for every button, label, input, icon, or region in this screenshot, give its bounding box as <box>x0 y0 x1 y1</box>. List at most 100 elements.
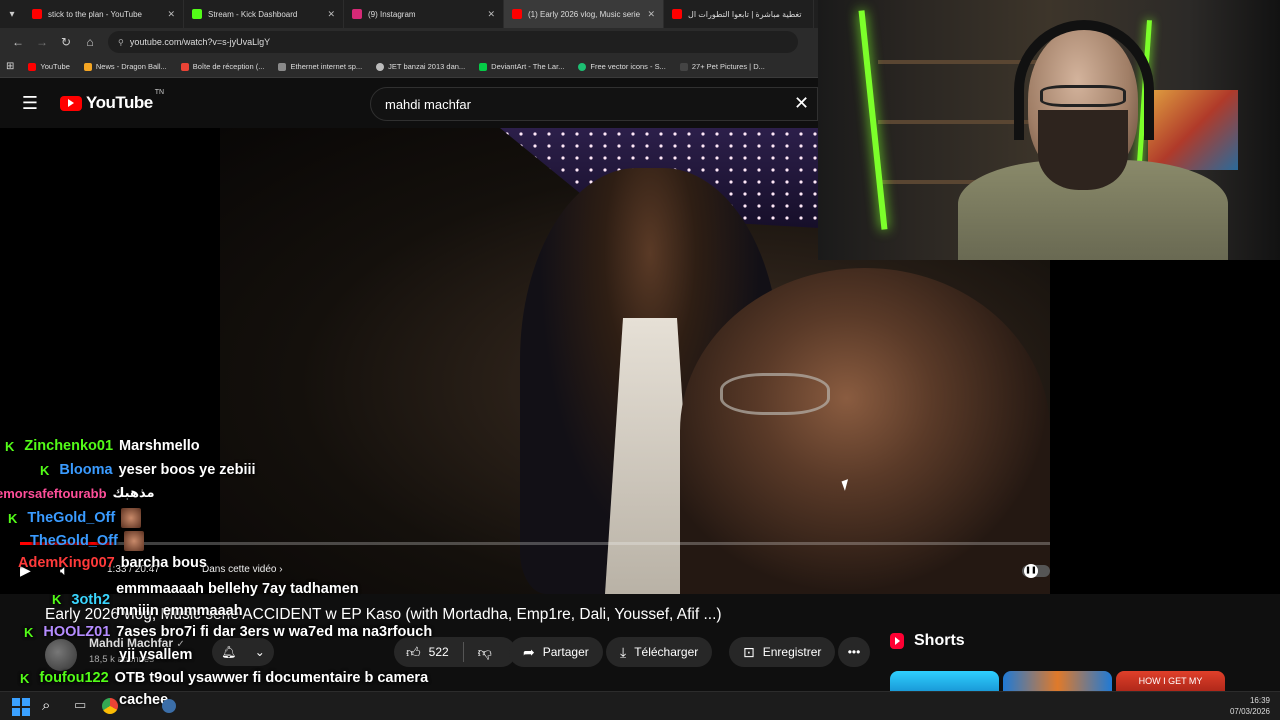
bookmark-label: DeviantArt - The Lar... <box>491 62 565 71</box>
share-label: Partager <box>542 645 589 659</box>
menu-icon[interactable]: ☰ <box>0 93 60 114</box>
dislike-thumb-icon[interactable]: 👎︎ <box>478 644 492 661</box>
shorts-logo-icon <box>890 633 904 649</box>
chat-message: yji ysallem <box>119 647 192 663</box>
tab-search-icon[interactable]: ▾ <box>0 3 24 25</box>
chat-text: emmmaaaah bellehy 7ay tadhamen mniiin em… <box>116 581 359 619</box>
close-icon[interactable]: ✕ <box>487 9 495 20</box>
bookmark-label: Boîte de réception (... <box>192 62 265 71</box>
chat-message: K HOOLZ01 7ases bro7i fi dar 3ers w wa7ed … <box>24 624 432 640</box>
bookmark-item[interactable]: 27+ Pet Pictures | D... <box>679 62 765 71</box>
apps-grid-icon[interactable]: ⊞ <box>6 61 14 72</box>
like-dislike-group: 👍︎ 522 👎︎ <box>394 637 516 667</box>
chat-message: K TheGold_Off <box>8 508 142 528</box>
bookmark-label: Free vector icons - S... <box>590 62 666 71</box>
url-field[interactable]: ⚲ youtube.com/watch?v=s-jyUvaLlgY <box>108 31 798 53</box>
youtube-logo[interactable]: YouTube TN <box>60 89 164 113</box>
bookmark-label: Ethernet internet sp... <box>290 62 363 71</box>
tab-title: تغطية مباشرة | تابعوا التطورات ال <box>688 9 802 19</box>
wall-poster <box>1148 90 1238 170</box>
bookmarks-bar: ⊞ YouTube News - Dragon Ball... Boîte de… <box>0 56 818 78</box>
site-info-icon[interactable]: ⚲ <box>118 38 124 47</box>
kick-badge-icon: K <box>52 592 62 607</box>
bookmark-label: JET banzai 2013 dan... <box>388 62 466 71</box>
clear-search-icon[interactable]: ✕ <box>794 93 809 114</box>
tab-4[interactable]: تغطية مباشرة | تابعوا التطورات ال <box>664 0 814 28</box>
download-label: Télécharger <box>634 645 699 659</box>
share-button[interactable]: ➦ Partager <box>509 637 603 667</box>
webcam-overlay <box>818 0 1280 260</box>
bookmark-favicon-icon <box>278 62 287 71</box>
pause-icon: ❚❚ <box>1024 564 1038 578</box>
tab-title: Stream - Kick Dashboard <box>208 9 298 19</box>
save-button[interactable]: ⊡ Enregistrer <box>729 637 836 667</box>
task-view-icon[interactable]: ▭ <box>74 697 92 715</box>
search-icon[interactable]: ⌕ <box>42 697 60 715</box>
bookmark-item[interactable]: JET banzai 2013 dan... <box>376 62 465 71</box>
forward-arrow-icon[interactable]: → <box>30 35 54 49</box>
autoplay-toggle[interactable]: ❚❚ <box>1022 564 1050 578</box>
chat-text: Marshmello <box>119 438 200 454</box>
bookmark-item[interactable]: News - Dragon Ball... <box>83 62 167 71</box>
more-actions-button[interactable]: ••• <box>838 637 870 667</box>
bookmark-label: YouTube <box>40 62 70 71</box>
close-icon[interactable]: ✕ <box>327 9 335 20</box>
back-arrow-icon[interactable]: ← <box>6 35 30 49</box>
channel-avatar[interactable] <box>45 639 77 671</box>
like-thumb-icon[interactable]: 👍︎ <box>406 644 421 661</box>
home-icon[interactable]: ⌂ <box>78 35 102 49</box>
progress-bar[interactable] <box>20 542 1050 545</box>
bookmark-item[interactable]: DeviantArt - The Lar... <box>479 62 564 71</box>
windows-taskbar: ⌕ ▭ cachee 16:39 07/03/2026 <box>0 691 1280 720</box>
bookmark-item[interactable]: YouTube <box>28 62 70 71</box>
bookmark-favicon-icon <box>479 62 488 71</box>
browser-tab-bar: ▾ stick to the plan - YouTube ✕ Stream - … <box>0 0 818 28</box>
save-label: Enregistrer <box>762 645 822 659</box>
bookmark-label: News - Dragon Ball... <box>95 62 167 71</box>
notification-bell-button[interactable]: 🔔︎ ⌄ <box>212 638 274 666</box>
chrome-icon[interactable] <box>102 698 118 714</box>
tab-2[interactable]: (9) Instagram ✕ <box>344 0 504 28</box>
clock-date: 07/03/2026 <box>1229 707 1270 716</box>
chapter-label: Dans cette vidéo <box>202 564 277 575</box>
tab-title: (1) Early 2026 vlog, Music serie <box>528 9 641 19</box>
shorts-title: Shorts <box>914 632 965 649</box>
short-thumbnail[interactable] <box>1003 671 1112 691</box>
url-text: youtube.com/watch?v=s-jyUvaLlgY <box>129 37 271 47</box>
download-icon: ⤓ <box>620 643 627 660</box>
chat-message: cachee <box>119 692 168 708</box>
short-thumbnail[interactable] <box>890 671 999 691</box>
chat-text: cachee <box>119 692 169 708</box>
chat-message: AdemKing007 barcha bous <box>18 555 207 571</box>
kick-badge-icon: K <box>24 624 34 640</box>
download-button[interactable]: ⤓ Télécharger <box>606 637 713 667</box>
app-icon[interactable] <box>162 699 176 713</box>
kick-badge-icon: K <box>8 510 18 526</box>
chat-username: HOOLZ01 <box>43 624 111 640</box>
tab-3-active[interactable]: (1) Early 2026 vlog, Music serie ✕ <box>504 0 664 28</box>
windows-start-icon[interactable] <box>12 698 30 716</box>
chat-message: K Zinchenko01 Marshmello <box>5 438 200 454</box>
system-clock[interactable]: 16:39 07/03/2026 <box>1230 695 1270 717</box>
chat-message: emorsafeftourabb مذهبك <box>0 485 155 501</box>
bookmark-item[interactable]: Ethernet internet sp... <box>278 62 362 71</box>
close-icon[interactable]: ✕ <box>167 9 175 20</box>
screen: ▾ stick to the plan - YouTube ✕ Stream - … <box>0 0 1280 720</box>
bookmark-favicon-icon <box>376 62 385 71</box>
search-input[interactable]: mahdi machfar <box>370 87 818 121</box>
youtube-favicon-icon <box>32 9 42 19</box>
bookmark-item[interactable]: Boîte de réception (... <box>180 62 265 71</box>
youtube-favicon-icon <box>512 9 522 19</box>
bookmark-item[interactable]: Free vector icons - S... <box>578 62 666 71</box>
overlay-dark-panel <box>1050 260 1280 594</box>
close-icon[interactable]: ✕ <box>647 9 655 20</box>
short-thumbnail[interactable]: HOW I GET MY <box>1116 671 1225 691</box>
tab-1[interactable]: Stream - Kick Dashboard ✕ <box>184 0 344 28</box>
bookmark-icon: ⊡ <box>743 643 755 660</box>
reload-icon[interactable]: ↻ <box>54 35 78 49</box>
chapter-link[interactable]: Dans cette vidéo › <box>202 564 283 575</box>
tab-0[interactable]: stick to the plan - YouTube ✕ <box>24 0 184 28</box>
chat-message: TheGold_Off <box>30 531 144 551</box>
bookmark-favicon-icon <box>83 62 92 71</box>
share-icon: ➦ <box>523 643 535 660</box>
